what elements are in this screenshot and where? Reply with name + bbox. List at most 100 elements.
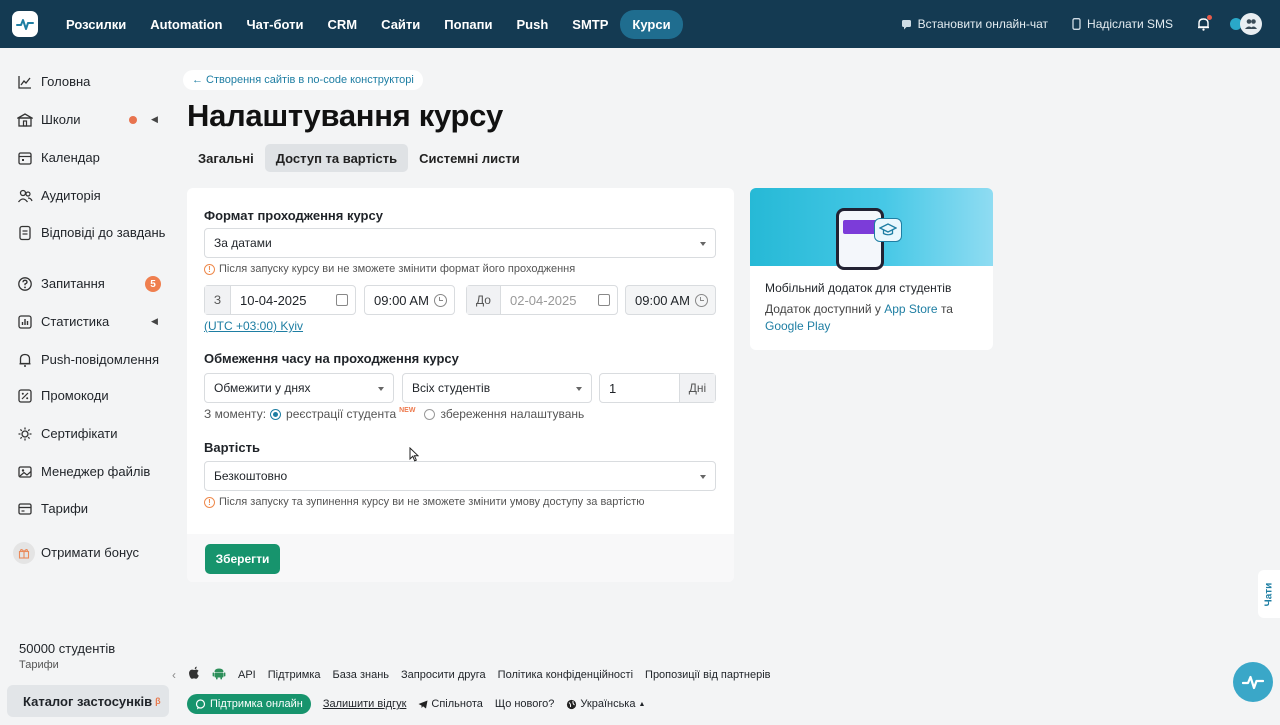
footer-link-partner-offers[interactable]: Пропозиції від партнерів xyxy=(645,669,771,681)
app-store-link[interactable]: App Store xyxy=(884,302,937,316)
footer-actions: Підтримка онлайн Залишити відгук Спільно… xyxy=(187,694,657,714)
notifications-bell-icon[interactable] xyxy=(1197,15,1212,31)
language-selector[interactable]: Українська ▲ xyxy=(566,698,645,710)
sidebar-item-label: Статистика xyxy=(41,314,110,329)
nav-item-courses[interactable]: Курси xyxy=(620,9,683,39)
sidebar-item-label: Школи xyxy=(41,112,81,127)
sidebar-item-get-bonus[interactable]: Отримати бонус xyxy=(13,542,167,564)
sidebar-item-audience[interactable]: Аудиторія xyxy=(17,188,167,204)
end-time-field[interactable]: 09:00 AM xyxy=(625,285,716,315)
radio-settings-save[interactable] xyxy=(424,408,436,420)
logo-icon[interactable] xyxy=(12,11,38,37)
sidebar-item-tariffs[interactable]: Тарифи xyxy=(17,501,167,517)
leave-feedback-link[interactable]: Залишити відгук xyxy=(323,698,407,710)
calendar-icon[interactable] xyxy=(336,294,348,306)
install-chat-link[interactable]: Встановити онлайн-чат xyxy=(901,17,1048,31)
android-icon[interactable] xyxy=(212,666,226,683)
sidebar-item-label: Відповіді до завдань xyxy=(41,225,166,240)
tariffs-link[interactable]: Тарифи xyxy=(19,659,59,671)
sidebar-item-schools[interactable]: Школи ◀ xyxy=(17,112,167,128)
google-play-link[interactable]: Google Play xyxy=(765,319,830,333)
sidebar-item-label: Сертифікати xyxy=(41,426,118,441)
start-date-field[interactable]: З 10-04-2025 xyxy=(204,285,356,315)
sidebar-item-home[interactable]: Головна xyxy=(17,74,167,90)
sidebar-item-calendar[interactable]: Календар xyxy=(17,150,167,166)
globe-icon xyxy=(566,699,577,710)
nav-item-popups[interactable]: Попапи xyxy=(432,10,504,39)
sidebar-item-promocodes[interactable]: Промокоди xyxy=(17,388,167,404)
caret-up-icon: ▲ xyxy=(638,700,646,708)
sidebar-item-push[interactable]: Push-повідомлення xyxy=(17,352,167,368)
nav-item-sites[interactable]: Сайти xyxy=(369,10,432,39)
clock-icon[interactable] xyxy=(695,293,708,307)
chevron-left-icon[interactable]: ◀ xyxy=(151,114,158,125)
start-date-prefix: З xyxy=(205,286,231,314)
send-sms-link[interactable]: Надіслати SMS xyxy=(1072,17,1173,31)
moment-radio-group: З моменту: реєстрації студента NEW збере… xyxy=(204,407,584,421)
start-time-field[interactable]: 09:00 AM xyxy=(364,285,455,315)
sidebar-item-questions[interactable]: Запитання 5 xyxy=(17,276,167,292)
calendar-icon[interactable] xyxy=(598,294,610,306)
chevron-left-icon[interactable]: ‹ xyxy=(172,668,176,682)
tab-general[interactable]: Загальні xyxy=(187,144,265,172)
limit-count-field[interactable]: 1 Дні xyxy=(599,373,716,403)
whats-new-link[interactable]: Що нового? xyxy=(495,698,555,710)
limit-scope-value: Всіх студентів xyxy=(412,381,491,395)
sidebar-item-label: Промокоди xyxy=(41,388,109,403)
start-date-value: 10-04-2025 xyxy=(240,292,307,308)
sidebar-item-certificates[interactable]: Сертифікати xyxy=(17,426,167,442)
chats-side-tab[interactable]: Чати xyxy=(1258,570,1280,618)
price-select[interactable]: Безкоштовно xyxy=(204,461,716,491)
account-avatars[interactable] xyxy=(1228,13,1262,35)
format-hint-text: Після запуску курсу ви не зможете змінит… xyxy=(219,263,576,275)
nav-item-mailings[interactable]: Розсилки xyxy=(54,10,138,39)
chats-side-tab-label: Чати xyxy=(1263,582,1275,606)
limit-scope-select[interactable]: Всіх студентів xyxy=(402,373,592,403)
chart-line-icon xyxy=(17,74,33,90)
clock-icon[interactable] xyxy=(434,293,447,307)
nav-item-chatbots[interactable]: Чат-боти xyxy=(234,10,315,39)
community-link[interactable]: Спільнота xyxy=(418,698,483,710)
promo-icon xyxy=(17,388,33,404)
chevron-left-icon[interactable]: ◀ xyxy=(151,316,158,327)
price-hint: ! Після запуску та зупинення курсу ви не… xyxy=(204,496,644,508)
format-select[interactable]: За датами xyxy=(204,228,716,258)
radio-settings-save-label[interactable]: збереження налаштувань xyxy=(440,407,584,421)
sidebar-item-statistics[interactable]: Статистика ◀ xyxy=(17,314,167,330)
sidebar-item-answers[interactable]: Відповіді до завдань xyxy=(17,225,167,241)
sidebar: Головна Школи ◀ Календар Аудиторія Відпо… xyxy=(0,48,175,725)
promo-title: Мобільний додаток для студентів xyxy=(765,281,952,295)
user-avatar-icon xyxy=(1240,13,1262,35)
sidebar-item-file-manager[interactable]: Менеджер файлів xyxy=(17,464,167,480)
limit-count-value: 1 xyxy=(609,380,617,396)
online-support-label: Підтримка онлайн xyxy=(210,698,303,710)
online-support-button[interactable]: Підтримка онлайн xyxy=(187,694,311,714)
footer-link-knowledge-base[interactable]: База знань xyxy=(333,669,389,681)
mobile-app-promo-card[interactable]: Мобільний додаток для студентів Додаток … xyxy=(750,188,993,350)
radio-student-registration-label[interactable]: реєстрації студента xyxy=(286,407,396,421)
tab-system-emails[interactable]: Системні листи xyxy=(408,144,531,172)
settings-tabs: Загальні Доступ та вартість Системні лис… xyxy=(187,144,531,172)
nav-item-smtp[interactable]: SMTP xyxy=(560,10,620,39)
nav-item-crm[interactable]: CRM xyxy=(316,10,370,39)
footer-link-privacy-policy[interactable]: Політика конфіденційності xyxy=(498,669,633,681)
app-catalog-button[interactable]: Каталог застосунків β xyxy=(7,685,169,717)
footer-link-api[interactable]: API xyxy=(238,669,256,681)
save-button[interactable]: Зберегти xyxy=(205,544,280,574)
end-time-value: 09:00 AM xyxy=(635,292,690,308)
breadcrumb[interactable]: ← Створення сайтів в no-code конструктор… xyxy=(183,70,423,90)
tab-access-and-price[interactable]: Доступ та вартість xyxy=(264,144,409,172)
nav-item-automation[interactable]: Automation xyxy=(138,10,234,39)
radio-student-registration[interactable] xyxy=(270,408,282,420)
footer-link-support[interactable]: Підтримка xyxy=(268,669,321,681)
footer-link-invite-friend[interactable]: Запросити друга xyxy=(401,669,486,681)
end-date-field[interactable]: До 02-04-2025 xyxy=(466,285,618,315)
nav-item-push[interactable]: Push xyxy=(505,10,561,39)
format-hint: ! Після запуску курсу ви не зможете змін… xyxy=(204,263,575,275)
timezone-link[interactable]: (UTC +03:00) Kyiv xyxy=(204,319,303,333)
apple-icon[interactable] xyxy=(188,666,200,683)
calendar-icon xyxy=(17,150,33,166)
limit-unit-suffix: Дні xyxy=(679,374,715,402)
support-chat-fab-icon[interactable] xyxy=(1233,662,1273,702)
limit-type-select[interactable]: Обмежити у днях xyxy=(204,373,394,403)
